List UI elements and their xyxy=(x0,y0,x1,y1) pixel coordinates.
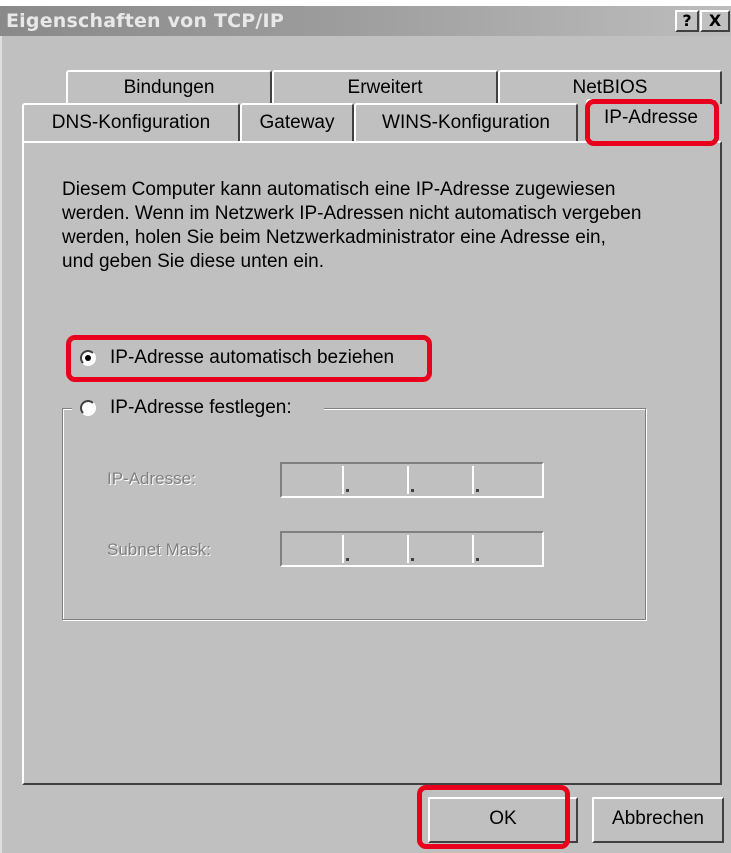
description-text: Diesem Computer kann automatisch eine IP… xyxy=(62,179,642,272)
ip-octet-3[interactable] xyxy=(414,466,474,494)
ip-address-field[interactable] xyxy=(280,462,544,498)
option-manual-label[interactable]: IP-Adresse festlegen: xyxy=(110,397,292,419)
tab-label: Erweitert xyxy=(347,77,423,98)
tab-label: WINS-Konfiguration xyxy=(382,112,550,133)
tab-label: Gateway xyxy=(259,112,335,133)
ip-octet-2[interactable] xyxy=(349,466,409,494)
window-title: Eigenschaften von TCP/IP xyxy=(6,10,284,32)
tab-gateway[interactable]: Gateway xyxy=(240,103,354,141)
option-auto-label[interactable]: IP-Adresse automatisch beziehen xyxy=(110,347,394,369)
tab-dns-konfiguration[interactable]: DNS-Konfiguration xyxy=(22,103,240,141)
radio-ip-automatic[interactable] xyxy=(80,350,96,366)
subnet-octet-1[interactable] xyxy=(284,535,344,563)
tab-label: IP-Adresse xyxy=(604,107,698,128)
manual-ip-groupbox xyxy=(62,408,646,620)
subnet-octet-4[interactable] xyxy=(479,535,539,563)
title-bar[interactable]: Eigenschaften von TCP/IP xyxy=(0,6,731,36)
tab-label: Bindungen xyxy=(123,77,215,98)
ok-button[interactable]: OK xyxy=(428,797,578,843)
tab-wins-konfiguration[interactable]: WINS-Konfiguration xyxy=(354,103,578,141)
close-icon: X xyxy=(708,11,722,30)
subnet-mask-label: Subnet Mask: xyxy=(107,540,211,559)
help-button[interactable]: ? xyxy=(675,10,699,32)
subnet-octet-3[interactable] xyxy=(414,535,474,563)
radio-ip-manual[interactable] xyxy=(80,400,96,416)
close-button[interactable]: X xyxy=(700,10,730,32)
subnet-mask-field[interactable] xyxy=(280,531,544,567)
ip-address-label: IP-Adresse: xyxy=(107,469,196,488)
cancel-button[interactable]: Abbrechen xyxy=(592,797,724,843)
tab-ip-adresse[interactable]: IP-Adresse xyxy=(586,99,716,143)
tab-label: NetBIOS xyxy=(572,77,648,98)
ip-octet-1[interactable] xyxy=(284,466,344,494)
radio-selected-dot xyxy=(85,355,91,361)
question-mark-icon: ? xyxy=(682,11,692,30)
ip-octet-4[interactable] xyxy=(479,466,539,494)
tab-bindungen[interactable]: Bindungen xyxy=(66,70,272,104)
tab-label: DNS-Konfiguration xyxy=(51,112,211,133)
subnet-octet-2[interactable] xyxy=(349,535,409,563)
tab-erweitert[interactable]: Erweitert xyxy=(272,70,498,104)
